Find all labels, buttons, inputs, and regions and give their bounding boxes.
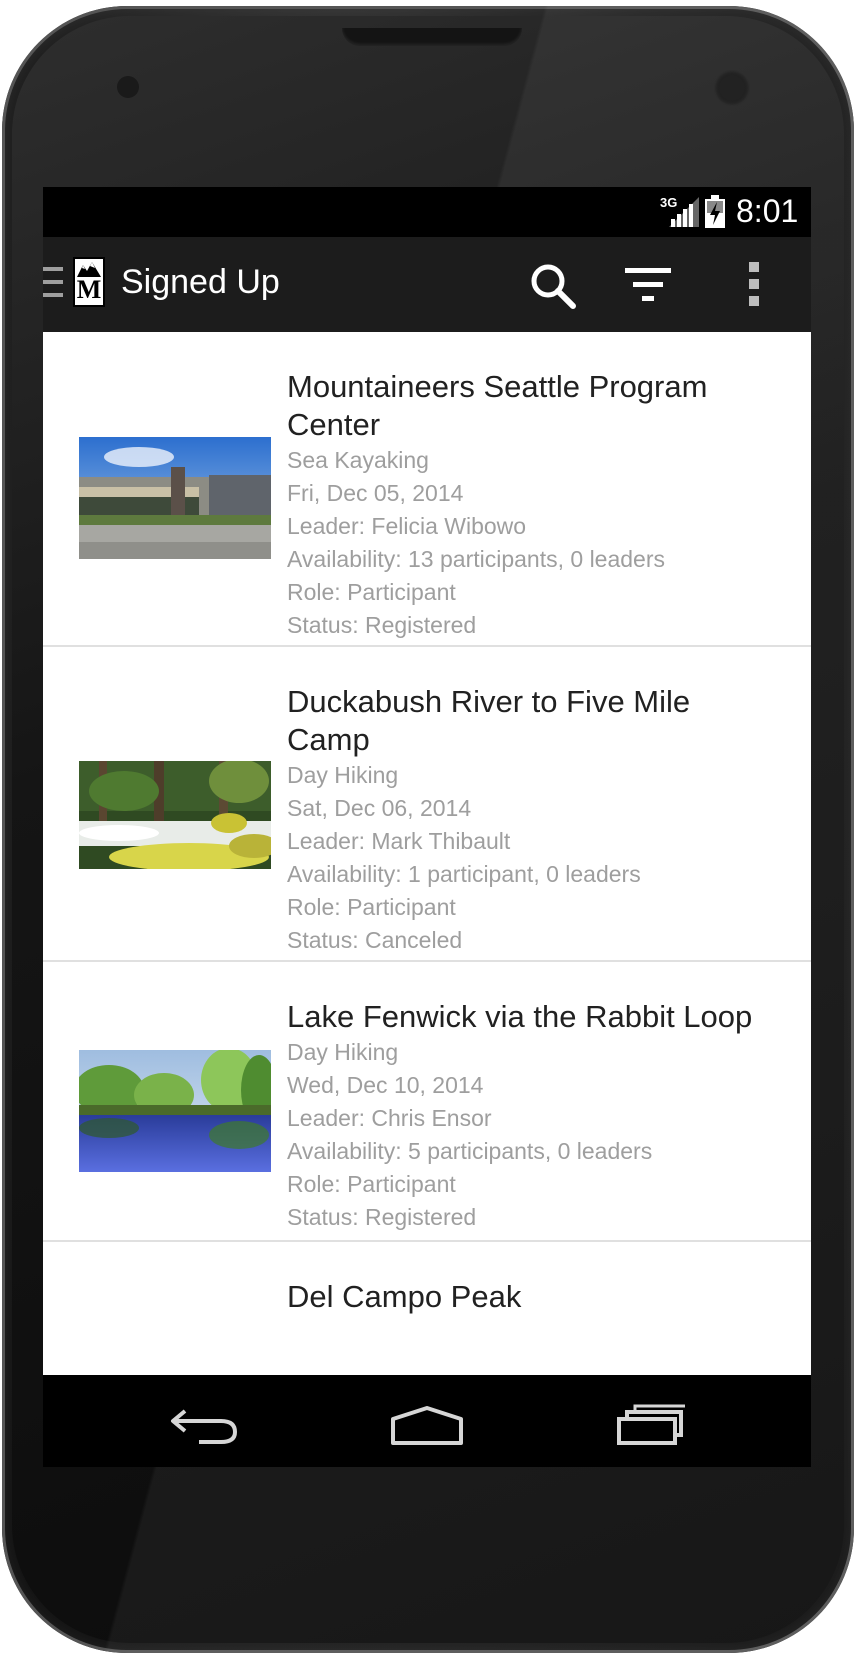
activity-type: Sea Kayaking [287,447,429,473]
activity-status: Status: Registered [287,1204,477,1230]
activity-leader: Leader: Felicia Wibowo [287,513,527,539]
activity-title-cont: Camp [287,722,370,757]
activity-info: Duckabush River to Five Mile Camp Day Hi… [287,683,787,957]
activity-availability: Availability: 13 participants, 0 leaders [287,546,666,572]
list-item[interactable]: Duckabush River to Five Mile Camp Day Hi… [43,647,811,962]
activity-availability: Availability: 1 participant, 0 leaders [287,861,641,887]
activity-info: Mountaineers Seattle Program Center Sea … [287,368,787,642]
page-title: Signed Up [121,263,280,301]
activity-title: Lake Fenwick via the Rabbit Loop [287,999,753,1034]
activity-thumbnail [79,437,271,559]
clock: 8:01 [736,193,799,229]
signal-icon [669,197,699,227]
battery-charging-icon [705,195,725,228]
recent-apps-icon[interactable] [615,1403,687,1445]
phone-sensor [117,76,139,98]
activity-role: Role: Participant [287,1171,456,1197]
activity-info: Del Campo Peak [287,1278,787,1316]
activity-date: Fri, Dec 05, 2014 [287,480,464,506]
list-item[interactable]: Mountaineers Seattle Program Center Sea … [43,332,811,647]
overflow-menu-icon[interactable] [747,262,761,306]
activity-info: Lake Fenwick via the Rabbit Loop Day Hik… [287,998,787,1234]
activity-date: Sat, Dec 06, 2014 [287,795,472,821]
activity-title: Mountaineers Seattle Program [287,369,708,404]
activity-type: Day Hiking [287,1039,399,1065]
activity-status: Status: Registered [287,612,477,638]
activity-title-cont: Center [287,407,381,442]
list-item[interactable]: Lake Fenwick via the Rabbit Loop Day Hik… [43,962,811,1242]
phone-earpiece [342,28,522,46]
activity-list: Mountaineers Seattle Program Center Sea … [43,332,811,1467]
activity-leader: Leader: Mark Thibault [287,828,511,854]
activity-availability: Availability: 5 participants, 0 leaders [287,1138,653,1164]
front-camera [714,70,750,106]
activity-date: Wed, Dec 10, 2014 [287,1072,484,1098]
activity-thumbnail [79,1050,271,1172]
home-icon[interactable] [389,1405,465,1445]
activity-title: Del Campo Peak [287,1279,522,1314]
logo-letter: M [76,275,102,304]
action-bar: M Signed Up [43,237,811,332]
navigation-bar [43,1375,811,1467]
activity-thumbnail [79,761,271,869]
filter-icon[interactable] [623,266,673,306]
activity-leader: Leader: Chris Ensor [287,1105,492,1131]
activity-role: Role: Participant [287,894,456,920]
activity-title: Duckabush River to Five Mile [287,684,691,719]
activity-role: Role: Participant [287,579,456,605]
search-icon[interactable] [528,261,578,311]
app-logo[interactable]: M [73,257,105,307]
status-bar: 3G 8:01 [43,187,811,237]
back-icon[interactable] [169,1405,239,1445]
activity-type: Day Hiking [287,762,399,788]
navigation-drawer-icon[interactable] [43,267,63,299]
device-screen: 3G 8:01 M Signed Up Mountaineers Seattle… [43,187,811,1467]
activity-status: Status: Canceled [287,927,463,953]
